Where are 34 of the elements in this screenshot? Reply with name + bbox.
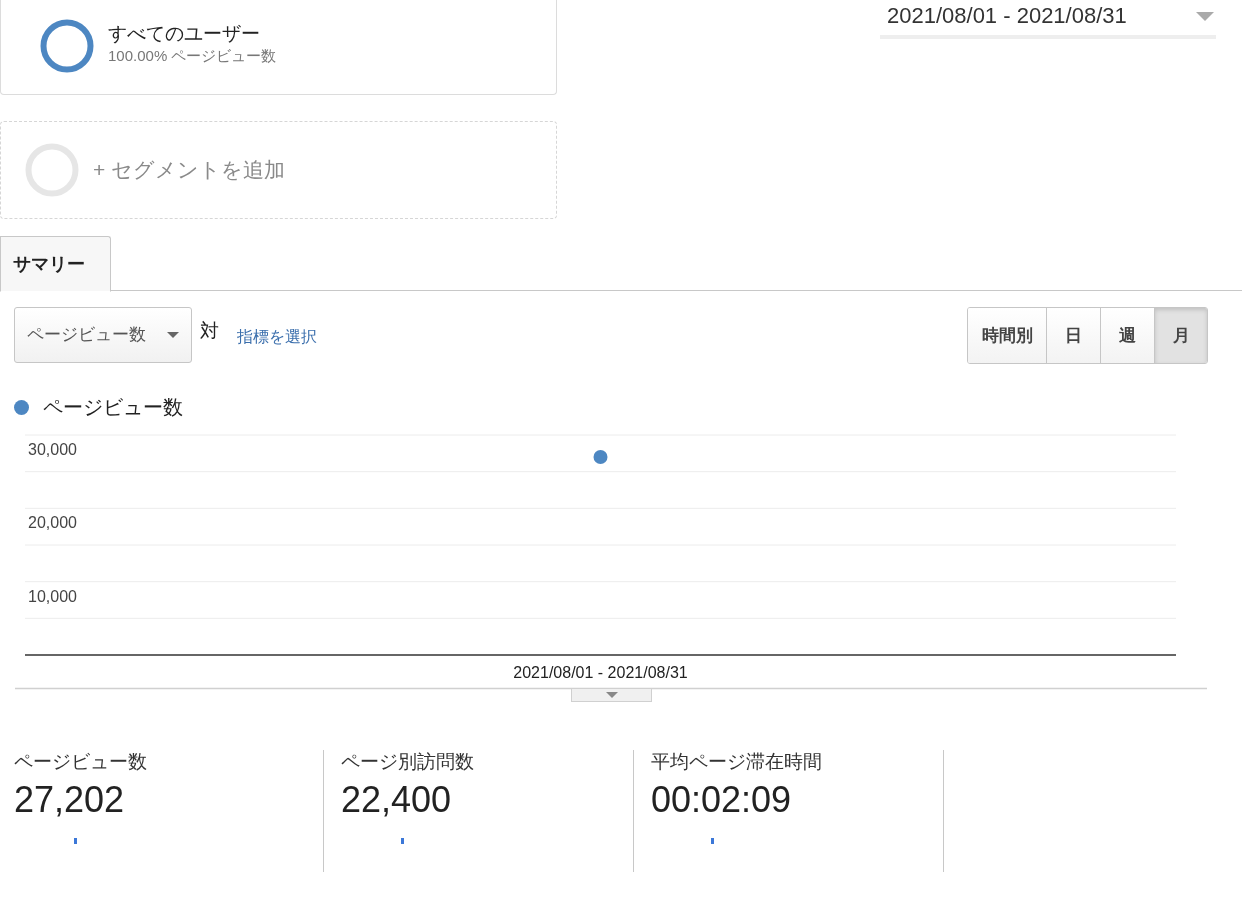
segment-ring-icon bbox=[40, 19, 94, 73]
date-range-picker[interactable]: 2021/08/01 - 2021/08/31 bbox=[880, 0, 1216, 39]
granularity-button[interactable]: 月 bbox=[1154, 308, 1207, 363]
metric-label: ページ別訪問数 bbox=[341, 750, 475, 774]
granularity-button[interactable]: 日 bbox=[1046, 308, 1100, 363]
select-metric-link[interactable]: 指標を選択 bbox=[237, 325, 317, 349]
granularity-button[interactable]: 時間別 bbox=[968, 308, 1046, 363]
dropdown-caret-icon bbox=[1196, 12, 1214, 22]
metric-label: ページビュー数 bbox=[14, 750, 148, 774]
data-point bbox=[593, 450, 608, 464]
sparkline bbox=[74, 838, 77, 844]
chart-collapse-toggle[interactable] bbox=[571, 689, 652, 702]
legend-label: ページビュー数 bbox=[43, 395, 183, 420]
segment-subtitle: 100.00% ページビュー数 bbox=[108, 46, 277, 66]
tab[interactable]: サマリー bbox=[0, 236, 111, 292]
sparkline bbox=[401, 838, 404, 844]
segment-ring-icon bbox=[25, 143, 79, 197]
sparkline bbox=[711, 838, 714, 844]
add-segment-button[interactable]: + セグメントを追加 bbox=[0, 121, 557, 219]
y-axis-label: 30,000 bbox=[28, 441, 77, 458]
granularity-button[interactable]: 週 bbox=[1100, 308, 1154, 363]
x-axis-label: 2021/08/01 - 2021/08/31 bbox=[513, 664, 688, 681]
versus-label: 対 bbox=[200, 319, 219, 343]
metric-value: 27,202 bbox=[14, 778, 126, 822]
metric-label: 平均ページ滞在時間 bbox=[651, 750, 823, 774]
segment-title: すべてのユーザー bbox=[108, 22, 261, 46]
y-axis-label: 20,000 bbox=[28, 514, 77, 532]
metric-dropdown[interactable]: ページビュー数 bbox=[14, 307, 192, 363]
metric-value: 00:02:09 bbox=[651, 778, 793, 822]
segment-card[interactable]: すべてのユーザー 100.00% ページビュー数 bbox=[0, 0, 557, 95]
metric-value: 22,400 bbox=[341, 778, 453, 822]
dropdown-caret-icon bbox=[167, 331, 179, 339]
caret-icon bbox=[605, 692, 618, 698]
y-axis-label: 10,000 bbox=[28, 587, 77, 605]
